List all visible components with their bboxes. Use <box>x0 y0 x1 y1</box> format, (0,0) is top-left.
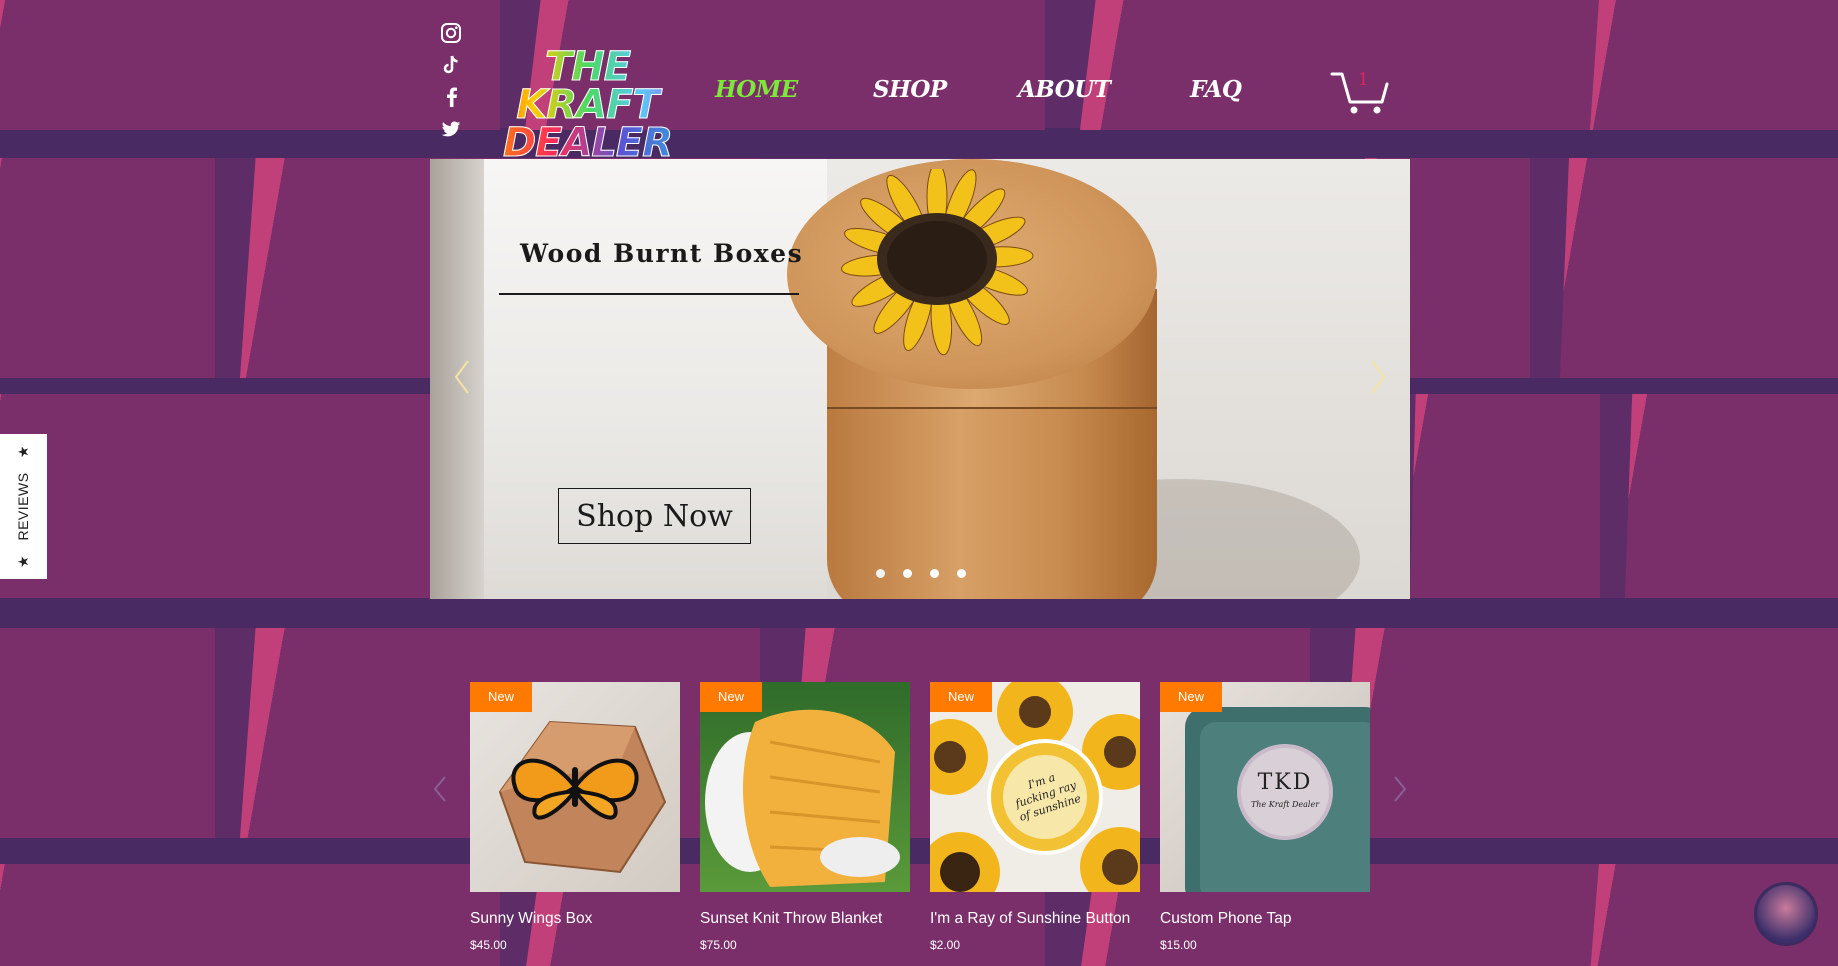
main-nav: HOME SHOP ABOUT FAQ <box>715 76 1330 108</box>
product-image[interactable]: New TKD The Kraft Dealer <box>1160 682 1370 892</box>
product-name[interactable]: Sunny Wings Box <box>470 910 680 928</box>
wood-burnt-box-image <box>787 159 1157 599</box>
slide-dots <box>876 569 984 578</box>
product-card[interactable]: New TKD The Kraft Dealer Custom Phone Ta… <box>1160 682 1370 952</box>
product-card[interactable]: New I'm a fucking ray of sunshine I'm a … <box>930 682 1140 952</box>
product-price: $75.00 <box>700 938 737 952</box>
instagram-icon[interactable] <box>440 22 462 44</box>
hero-title-underline <box>499 293 799 295</box>
button-text-big: TKD <box>1257 770 1313 795</box>
product-name[interactable]: Sunset Knit Throw Blanket <box>700 910 910 928</box>
new-badge: New <box>700 682 762 712</box>
button-text-small: The Kraft Dealer <box>1250 800 1320 809</box>
star-icon: ★ <box>15 554 32 568</box>
slide-dot[interactable] <box>876 569 885 578</box>
twitter-icon[interactable] <box>440 118 462 140</box>
reviews-label: REVIEWS <box>15 472 32 541</box>
nav-faq[interactable]: FAQ <box>1190 76 1330 108</box>
slide-dot[interactable] <box>903 569 912 578</box>
facebook-icon[interactable] <box>440 86 462 108</box>
cart-count: 1 <box>1358 68 1368 90</box>
chevron-right-icon <box>1394 776 1407 802</box>
nav-home[interactable]: HOME <box>715 76 873 108</box>
hero-prev-arrow[interactable] <box>450 357 474 401</box>
chat-avatar[interactable] <box>1754 882 1818 946</box>
product-card[interactable]: New Sunny Wings Box $45.00 <box>470 682 680 952</box>
cart-button[interactable]: 1 <box>1330 66 1390 116</box>
nav-about[interactable]: ABOUT <box>1018 76 1190 108</box>
product-image[interactable]: New <box>700 682 910 892</box>
reviews-tab[interactable]: ★ REVIEWS ★ <box>0 434 47 579</box>
tiktok-icon[interactable] <box>440 54 462 76</box>
product-gallery: New Sunny Wings Box $45.00 New Sunset Kn… <box>470 682 1370 966</box>
logo-line-1: THE KRAFT <box>480 47 695 126</box>
logo-line-2: DEALER <box>480 123 695 164</box>
chevron-left-icon <box>433 776 446 802</box>
product-image[interactable]: New I'm a fucking ray of sunshine <box>930 682 1140 892</box>
product-price: $15.00 <box>1160 938 1197 952</box>
nav-shop[interactable]: SHOP <box>873 76 1018 108</box>
hero-slideshow: Wood Burnt Boxes Shop Now <box>430 159 1410 599</box>
sunflower-graphic <box>841 169 1034 356</box>
new-badge: New <box>1160 682 1222 712</box>
slide-dot[interactable] <box>957 569 966 578</box>
product-image[interactable]: New <box>470 682 680 892</box>
hero-title: Wood Burnt Boxes <box>520 239 804 268</box>
chevron-left-icon <box>454 360 469 394</box>
product-name[interactable]: I'm a Ray of Sunshine Button <box>930 910 1140 928</box>
product-price: $2.00 <box>930 938 961 952</box>
gallery-prev-arrow[interactable] <box>433 775 447 811</box>
gallery-next-arrow[interactable] <box>1393 775 1407 811</box>
hero-next-arrow[interactable] <box>1366 357 1390 401</box>
star-icon: ★ <box>15 445 32 459</box>
social-bar <box>440 22 462 150</box>
product-name[interactable]: Custom Phone Tap <box>1160 910 1370 928</box>
site-logo[interactable]: THE KRAFT DEALER <box>480 47 695 164</box>
shop-now-button[interactable]: Shop Now <box>558 488 751 544</box>
chevron-right-icon <box>1371 360 1386 394</box>
product-card[interactable]: New Sunset Knit Throw Blanket $75.00 <box>700 682 910 952</box>
slide-dot[interactable] <box>930 569 939 578</box>
new-badge: New <box>930 682 992 712</box>
product-price: $45.00 <box>470 938 507 952</box>
new-badge: New <box>470 682 532 712</box>
